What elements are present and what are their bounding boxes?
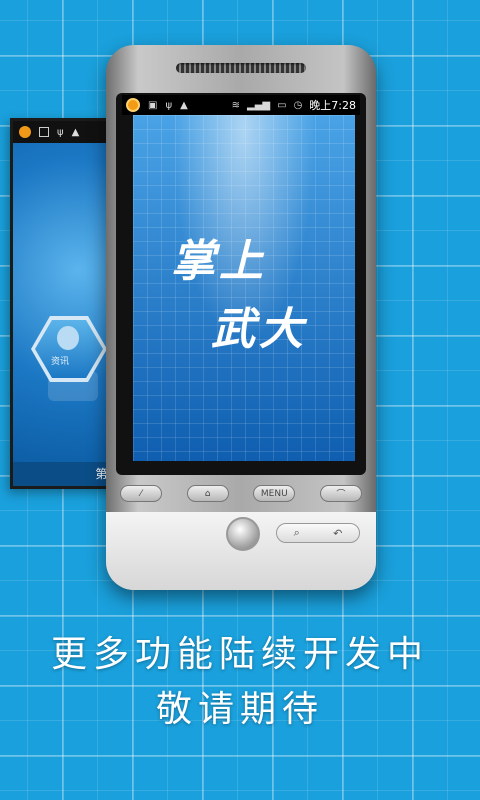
- search-icon[interactable]: ⌕: [294, 526, 300, 540]
- battery-icon: ▭: [277, 99, 287, 111]
- phone-icon: ⁄: [140, 488, 142, 499]
- menu-label: MENU: [260, 488, 288, 499]
- usb-icon: ψ: [165, 99, 173, 111]
- lightbulb-icon: [57, 326, 79, 350]
- phone-device: ▣ ψ ▲ ≋ ▂▄▆ ▭ ◷ 晚上7:28 掌上 武大 ⁄ ⌂ MENU ⌒ …: [106, 45, 376, 590]
- home-button[interactable]: ⌂: [186, 485, 229, 502]
- caption-line2: 敬请期待: [155, 689, 324, 730]
- search-back-rocker: ⌕ ↶: [276, 523, 360, 543]
- end-call-button[interactable]: ⌒: [319, 485, 362, 502]
- app-title-line1: 掌上: [171, 236, 267, 287]
- android-icon: ▲: [180, 99, 188, 111]
- usb-icon: ψ: [57, 126, 64, 138]
- screenshot-icon: ▣: [148, 99, 158, 111]
- notification-icon: [126, 98, 140, 112]
- trackball[interactable]: [226, 517, 260, 551]
- call-button[interactable]: ⁄: [120, 485, 162, 502]
- page-indicator: 第8: [13, 462, 121, 486]
- hangup-icon: ⌒: [336, 490, 346, 500]
- splash-screen: 掌上 武大: [133, 115, 355, 461]
- info-tile-label: 资讯: [51, 357, 70, 367]
- menu-button[interactable]: MENU: [253, 485, 296, 502]
- speaker-grille: [176, 63, 306, 73]
- hardware-button-row: ⁄ ⌂ MENU ⌒: [120, 485, 362, 502]
- status-bar: ▣ ψ ▲ ≋ ▂▄▆ ▭ ◷ 晚上7:28: [122, 95, 360, 115]
- home-icon: ⌂: [204, 488, 211, 499]
- signal-icon: ▂▄▆: [247, 99, 271, 111]
- android-icon: ▲: [71, 126, 80, 138]
- screenshot-icon: [39, 127, 49, 137]
- wifi-icon: ≋: [231, 99, 241, 111]
- status-time: 晚上7:28: [309, 99, 356, 112]
- notification-icon: [19, 126, 31, 138]
- caption-line1: 更多功能陆续开发中: [50, 634, 429, 675]
- back-icon[interactable]: ↶: [333, 527, 342, 540]
- alarm-icon: ◷: [293, 99, 303, 111]
- background-phone-preview: ψ ▲ 资讯 第8: [10, 118, 121, 489]
- app-title-line2: 武大: [211, 304, 307, 355]
- back-status-bar: ψ ▲: [13, 121, 121, 143]
- back-screen: [13, 143, 121, 462]
